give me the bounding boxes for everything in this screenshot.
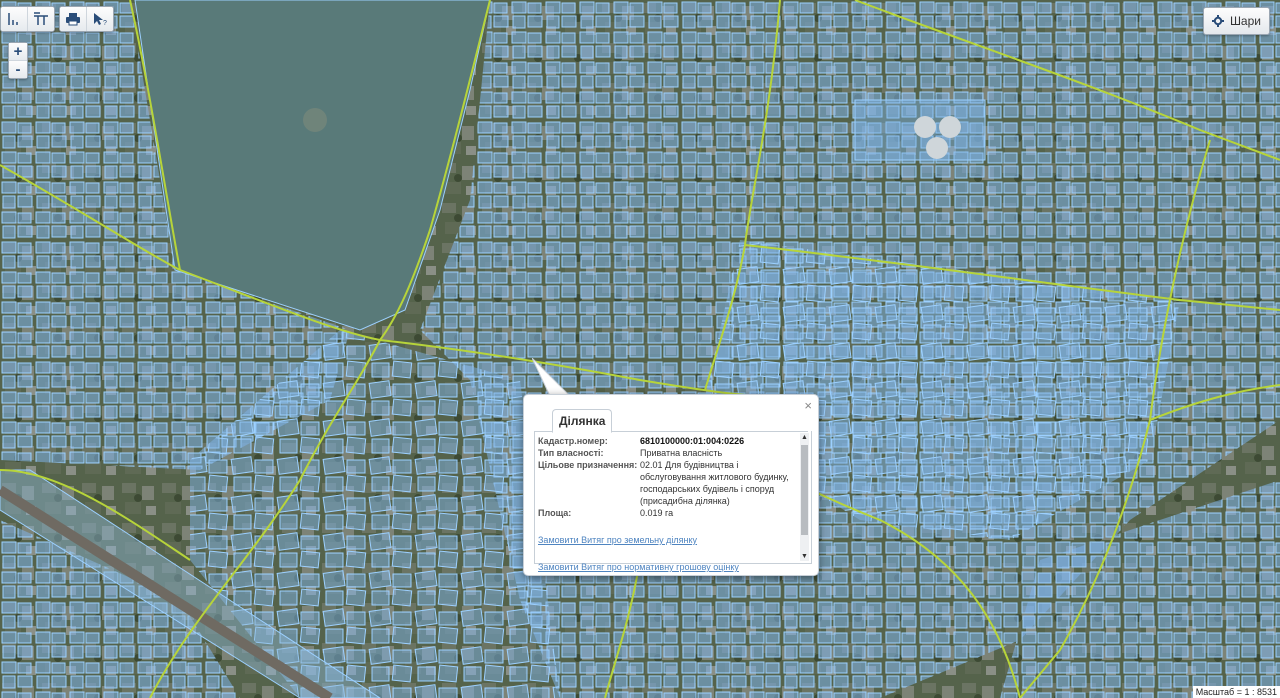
popup-scrollbar[interactable]: ▲ ▼ (800, 433, 809, 561)
field-label: Площа: (538, 508, 572, 518)
cursor-info-icon: ? (94, 13, 107, 26)
order-valuation-extract-link[interactable]: Замовити Витяг про нормативну грошову оц… (538, 561, 796, 573)
field-value: Приватна власність (640, 448, 723, 458)
map-canvas[interactable]: ? + - Шари × Ділянка Кадастр.номер: 6810… (0, 0, 1280, 698)
info-cursor-button[interactable]: ? (87, 7, 113, 31)
parcel-details: Кадастр.номер: 6810100000:01:004:0226 Ти… (538, 435, 796, 573)
gear-icon (1211, 15, 1224, 27)
order-parcel-extract-link[interactable]: Замовити Витяг про земельну ділянку (538, 534, 796, 546)
layers-button-label: Шари (1229, 14, 1261, 28)
measure-length-icon (8, 13, 18, 25)
measure-length-button[interactable] (1, 7, 28, 31)
field-label: Кадастр.номер: (538, 436, 608, 446)
field-value: 02.01 Для будівництва і обслуговування ж… (640, 460, 789, 506)
popup-content[interactable]: Кадастр.номер: 6810100000:01:004:0226 Ти… (534, 431, 812, 572)
layers-button[interactable]: Шари (1202, 7, 1270, 35)
measure-area-button[interactable] (28, 7, 54, 31)
field-value: 6810100000:01:004:0226 (640, 436, 745, 446)
print-icon (66, 13, 80, 26)
map-scale-readout: Масштаб = 1 : 8531 (1192, 686, 1280, 698)
field-cadastral-number: Кадастр.номер: 6810100000:01:004:0226 (538, 435, 796, 447)
popup-tabbar: Ділянка (534, 409, 808, 433)
scrollbar-thumb[interactable] (801, 445, 808, 535)
zoom-control: + - (8, 42, 28, 79)
map-toolbar: ? (0, 6, 114, 32)
field-purpose: Цільове призначення: 02.01 Для будівницт… (538, 459, 796, 507)
field-value: 0.019 га (640, 508, 674, 518)
parcel-info-popup: × Ділянка Кадастр.номер: 6810100000:01:0… (523, 394, 819, 576)
svg-text:?: ? (103, 20, 107, 26)
field-label: Цільове призначення: (538, 460, 638, 470)
scroll-down-icon[interactable]: ▼ (800, 552, 809, 561)
popup-pointer (532, 358, 572, 397)
scroll-up-icon[interactable]: ▲ (800, 433, 809, 442)
zoom-in-button[interactable]: + (9, 43, 27, 61)
tab-parcel[interactable]: Ділянка (552, 409, 613, 433)
print-button[interactable] (60, 7, 87, 31)
print-info-group: ? (59, 6, 114, 32)
field-area: Площа: 0.019 га (538, 507, 796, 519)
zoom-out-button[interactable]: - (9, 61, 27, 78)
field-label: Тип власності: (538, 448, 604, 458)
measure-area-icon (34, 12, 48, 25)
measure-tools-group (0, 6, 55, 32)
field-ownership-type: Тип власності: Приватна власність (538, 447, 796, 459)
aerial-imagery (0, 0, 1280, 698)
